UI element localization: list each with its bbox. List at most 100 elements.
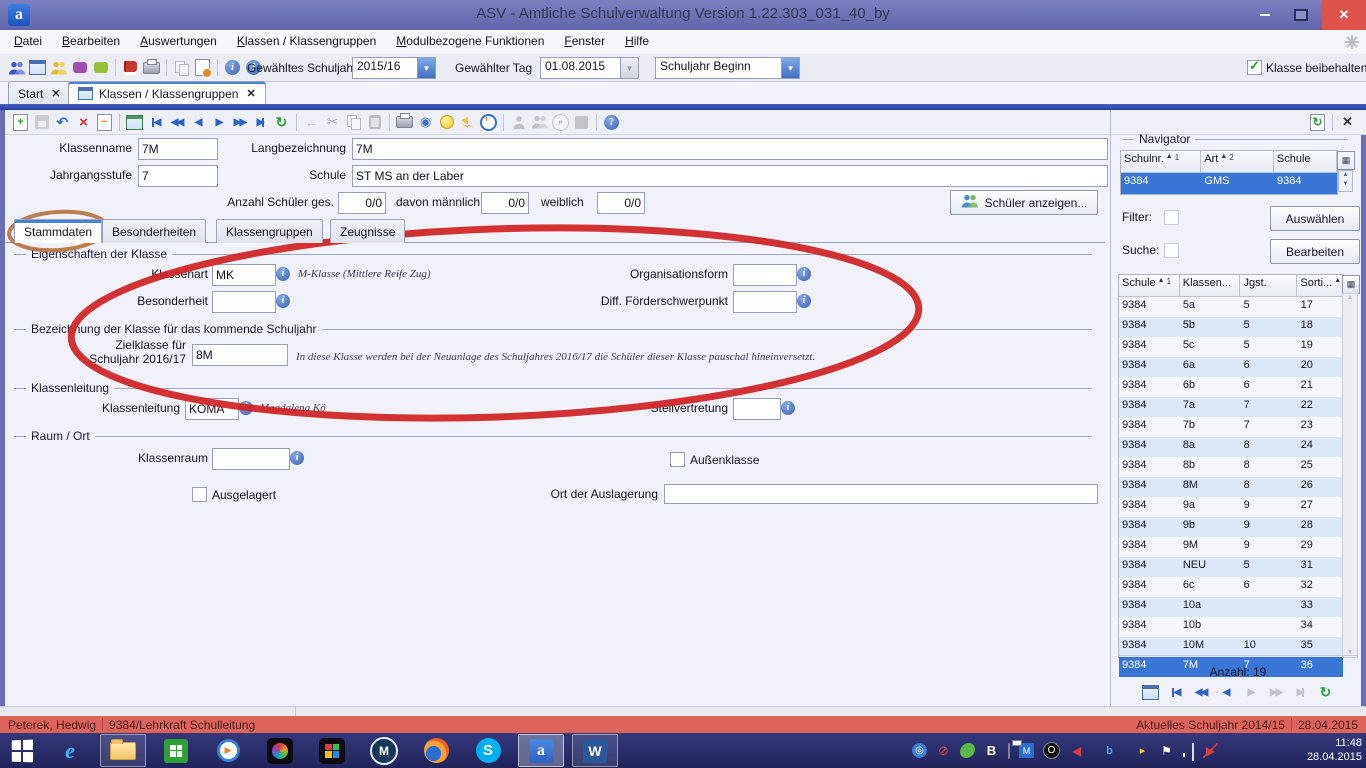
tray-printer-icon[interactable]: [1008, 744, 1010, 758]
tray-bing-icon[interactable]: B: [984, 743, 999, 758]
column-config-button[interactable]: ▦: [1337, 151, 1355, 170]
messages-icon[interactable]: [70, 58, 89, 77]
class-table-row-6b[interactable]: 93846b621: [1119, 377, 1343, 397]
maximize-button[interactable]: [1286, 0, 1316, 30]
class-table-scrollbar[interactable]: ▲▼: [1342, 293, 1358, 658]
keep-class-checkbox[interactable]: ✓: [1247, 60, 1262, 75]
besonderheit-input[interactable]: [212, 291, 276, 313]
info-icon[interactable]: i: [276, 294, 290, 308]
tray-volume-icon[interactable]: ◀: [1069, 743, 1084, 758]
class-table-row-neu[interactable]: 9384NEU531: [1119, 557, 1343, 577]
subtab-klassengruppen[interactable]: Klassengruppen: [216, 219, 323, 243]
menu-auswertungen[interactable]: Auswertungen: [130, 30, 227, 54]
langbezeichnung-input[interactable]: [352, 138, 1108, 160]
subtab-stammdaten[interactable]: Stammdaten: [14, 219, 102, 243]
klassenraum-input[interactable]: [212, 448, 290, 470]
fast-prev-icon[interactable]: ◀◀: [1191, 683, 1210, 702]
refresh-icon[interactable]: ↻: [1316, 683, 1335, 702]
close-icon[interactable]: ✕: [246, 87, 255, 100]
teachers-icon[interactable]: [49, 58, 68, 77]
show-students-button[interactable]: Schüler anzeigen...: [950, 190, 1098, 215]
class-table-row-9m[interactable]: 93849M929: [1119, 537, 1343, 557]
start-button[interactable]: [4, 735, 40, 766]
tray-flag-icon[interactable]: ⚑: [1159, 743, 1174, 758]
tab-start[interactable]: Start ✕: [8, 81, 71, 105]
taskbar-clock[interactable]: 11:48 28.04.2015: [1292, 736, 1362, 764]
klassenleitung-input[interactable]: [185, 398, 239, 420]
class-table-row-7b[interactable]: 93847b723: [1119, 417, 1343, 437]
notify-icon[interactable]: [458, 113, 477, 132]
zielklasse-input[interactable]: [192, 344, 288, 366]
last-record-icon[interactable]: ▶: [251, 113, 270, 132]
menu-hilfe[interactable]: Hilfe: [615, 30, 659, 54]
class-table-row-5a[interactable]: 93845a517: [1119, 297, 1343, 317]
class-table-row-7a[interactable]: 93847a722: [1119, 397, 1343, 417]
ort-auslagerung-input[interactable]: [664, 484, 1098, 504]
transfer-icon[interactable]: ↻: [1308, 113, 1327, 132]
chevron-down-icon[interactable]: ▼: [417, 58, 435, 78]
window-icon[interactable]: [193, 58, 212, 77]
students-icon[interactable]: [7, 58, 26, 77]
ausgelagert-checkbox[interactable]: [192, 487, 207, 502]
form-remove-icon[interactable]: −: [95, 113, 114, 132]
tray-mute-icon[interactable]: ▶: [1203, 743, 1218, 758]
classes-icon[interactable]: [28, 58, 47, 77]
search-edit-button[interactable]: Bearbeiten: [1270, 239, 1360, 264]
redbook-icon[interactable]: [121, 58, 140, 77]
menu-bearbeiten[interactable]: Bearbeiten: [52, 30, 130, 54]
first-record-icon[interactable]: ◀: [1166, 683, 1185, 702]
info-icon[interactable]: i: [239, 401, 253, 415]
class-table-row-8m[interactable]: 93848M826: [1119, 477, 1343, 497]
help-icon[interactable]: ?: [602, 113, 621, 132]
class-table-row-8b[interactable]: 93848b825: [1119, 457, 1343, 477]
column-header-schule[interactable]: Schule: [1274, 151, 1337, 173]
stellvertretung-input[interactable]: [733, 398, 781, 420]
minimize-button[interactable]: [1250, 0, 1280, 30]
taskbar-explorer-icon[interactable]: [100, 734, 146, 767]
filter-select-button[interactable]: Auswählen: [1270, 206, 1360, 231]
class-table-row-5b[interactable]: 93845b518: [1119, 317, 1343, 337]
year-combobox[interactable]: 2015/16▼: [352, 57, 436, 79]
organisationsform-input[interactable]: [733, 264, 797, 286]
taskbar-firefox-icon[interactable]: [414, 735, 458, 766]
info-icon[interactable]: i: [290, 451, 304, 465]
class-table-row-9a[interactable]: 93849a927: [1119, 497, 1343, 517]
tray-network-icon[interactable]: [1192, 744, 1194, 758]
taskbar-skype-icon[interactable]: S: [466, 735, 510, 766]
class-table-row-5c[interactable]: 93845c519: [1119, 337, 1343, 357]
prev-record-icon[interactable]: ◀: [188, 113, 207, 132]
taskbar-word-icon[interactable]: W: [572, 734, 618, 767]
close-icon[interactable]: ✕: [51, 87, 60, 100]
class-table-row-8a[interactable]: 93848a824: [1119, 437, 1343, 457]
tray-pointer-icon[interactable]: ▸: [1135, 743, 1150, 758]
klassenname-input[interactable]: [138, 138, 218, 160]
menu-fenster[interactable]: Fenster: [554, 30, 615, 54]
notes-icon[interactable]: [91, 58, 110, 77]
menu-modulbezogene-funktionen[interactable]: Modulbezogene Funktionen: [386, 30, 554, 54]
column-header-jgst[interactable]: Jgst.: [1240, 275, 1297, 297]
search-checkbox[interactable]: [1164, 243, 1179, 258]
class-table-row-9b[interactable]: 93849b928: [1119, 517, 1343, 537]
class-table-row-10a[interactable]: 938410a33: [1119, 597, 1343, 617]
refresh-icon[interactable]: ↻: [272, 113, 291, 132]
chevron-down-icon[interactable]: ▼: [781, 58, 799, 78]
schedule-icon[interactable]: [479, 113, 498, 132]
school-table-row[interactable]: 9384GMS9384: [1121, 173, 1337, 194]
report-icon[interactable]: [142, 58, 161, 77]
taskbar-mediaplayer-icon[interactable]: ▶: [206, 735, 250, 766]
grid-view-icon[interactable]: [125, 113, 144, 132]
class-table-row-10m[interactable]: 938410M1035: [1119, 637, 1343, 657]
tab-klassen-klassengruppen[interactable]: Klassen / Klassengruppen ✕: [68, 81, 266, 105]
navform-icon[interactable]: [1141, 683, 1160, 702]
fast-prev-icon[interactable]: ◀◀: [167, 113, 186, 132]
tray-camera-icon[interactable]: O: [1043, 742, 1060, 759]
taskbar-maxthon-icon[interactable]: M: [362, 735, 406, 766]
print-icon[interactable]: [395, 113, 414, 132]
column-header-schule[interactable]: Schule▲1: [1119, 275, 1180, 297]
hint-icon[interactable]: [437, 113, 456, 132]
taskbar-photos-icon[interactable]: [258, 735, 302, 766]
new-record-icon[interactable]: +: [11, 113, 30, 132]
class-table-row-6c[interactable]: 93846c632: [1119, 577, 1343, 597]
class-table-row-6a[interactable]: 93846a620: [1119, 357, 1343, 377]
school-spinner[interactable]: ▲▼: [1338, 170, 1353, 192]
